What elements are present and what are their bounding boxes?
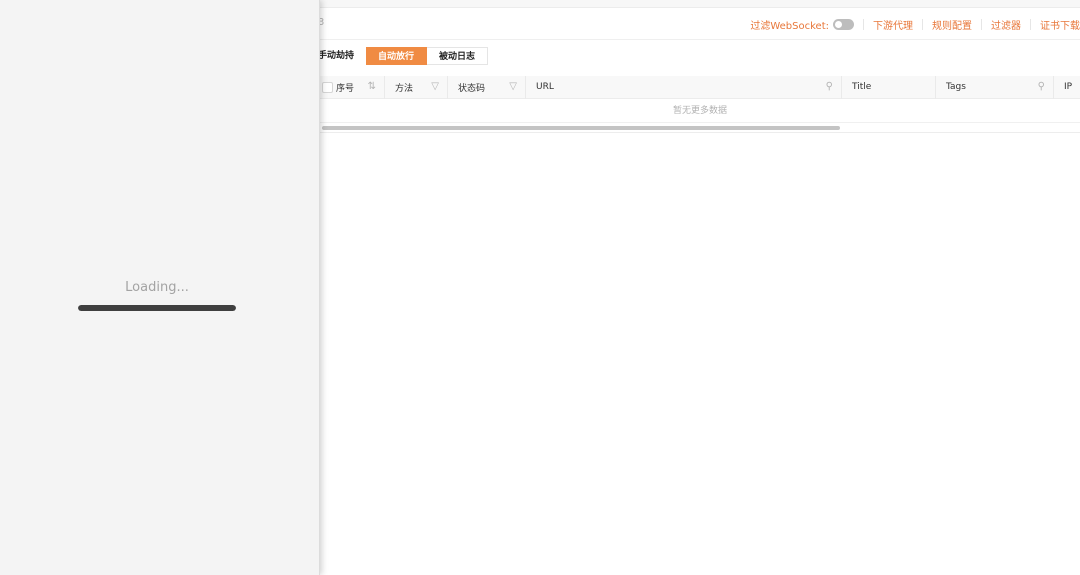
column-tags[interactable]: Tags ⚲ (936, 75, 1054, 99)
horizontal-scrollbar[interactable] (322, 126, 840, 130)
tab-manual-hijack[interactable]: 手动劫持 (318, 47, 367, 65)
downstream-proxy-link[interactable]: 下游代理 (873, 17, 913, 32)
empty-state: 暂无更多数据 (320, 99, 1080, 123)
select-all-checkbox[interactable] (322, 81, 333, 93)
sort-icon[interactable]: ⇅ (368, 81, 376, 92)
filter-icon[interactable]: ▽ (509, 81, 517, 92)
column-ip[interactable]: IP (1054, 76, 1080, 99)
table-header: 序号 ⇅ 方法 ▽ 状态码 ▽ URL ⚲ Title Tags ⚲ IP (320, 75, 1080, 99)
cert-download-link[interactable]: 证书下载 (1040, 17, 1080, 32)
column-label: 状态码 (458, 83, 486, 94)
filter-icon[interactable]: ▽ (431, 81, 439, 92)
filter-link[interactable]: 过滤器 (991, 17, 1021, 32)
tab-auto-pass[interactable]: 自动放行 (366, 47, 428, 65)
traffic-table: 序号 ⇅ 方法 ▽ 状态码 ▽ URL ⚲ Title Tags ⚲ IP 暂无… (320, 75, 1080, 123)
divider (320, 132, 1080, 133)
column-label: URL (536, 82, 554, 92)
loading-text: Loading... (125, 280, 189, 295)
column-title[interactable]: Title (842, 75, 936, 99)
loading-progress-bar (78, 305, 236, 311)
divider (922, 18, 923, 30)
column-index[interactable]: 序号 ⇅ (320, 75, 385, 99)
column-method[interactable]: 方法 ▽ (385, 75, 448, 99)
column-label: 方法 (395, 83, 414, 94)
column-url[interactable]: URL ⚲ (526, 75, 842, 99)
toggle-knob (835, 20, 842, 28)
filter-websocket-toggle[interactable] (833, 18, 854, 30)
empty-text: 暂无更多数据 (672, 106, 727, 116)
app-window: 3 过滤WebSocket: 下游代理 规则配置 过滤器 证书下载 手动劫持 自… (0, 0, 1080, 575)
rule-config-link[interactable]: 规则配置 (932, 17, 972, 32)
divider (863, 18, 864, 30)
header-bar: 3 过滤WebSocket: 下游代理 规则配置 过滤器 证书下载 (318, 8, 1080, 40)
search-icon[interactable]: ⚲ (1038, 81, 1045, 92)
loading-progress-fill (78, 305, 236, 311)
column-status-code[interactable]: 状态码 ▽ (448, 75, 526, 99)
filter-websocket-label: 过滤WebSocket: (750, 20, 829, 32)
divider (1030, 18, 1031, 30)
column-label: IP (1064, 82, 1073, 92)
column-label: Tags (946, 82, 966, 92)
header-actions: 过滤WebSocket: 下游代理 规则配置 过滤器 证书下载 (750, 8, 1080, 40)
divider (981, 18, 982, 30)
column-label: Title (852, 82, 872, 92)
column-label: 序号 (336, 83, 355, 94)
loading-drawer: Loading... (0, 0, 320, 575)
tab-passive-log[interactable]: 被动日志 (427, 47, 489, 65)
search-icon[interactable]: ⚲ (826, 81, 833, 92)
mode-tabs: 手动劫持 自动放行 被动日志 (318, 47, 489, 65)
